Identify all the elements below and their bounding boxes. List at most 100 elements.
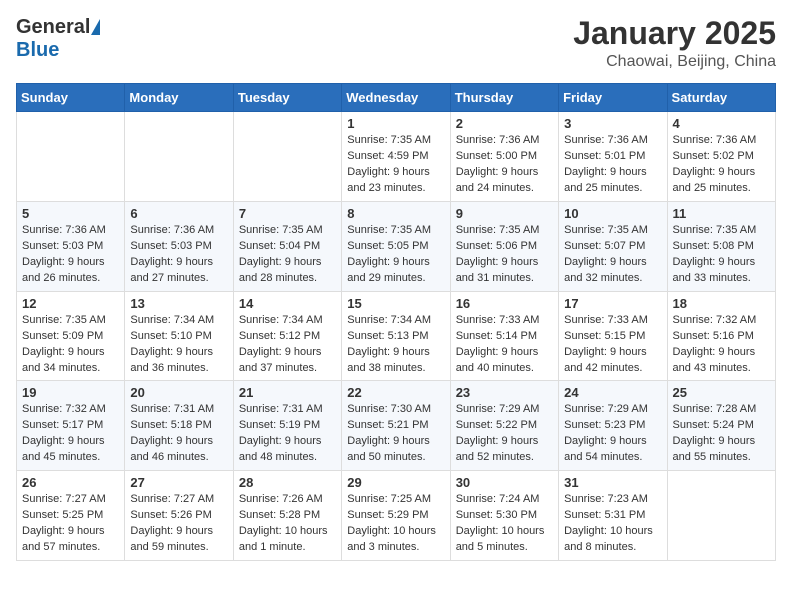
- calendar-cell: 30 Sunrise: 7:24 AM Sunset: 5:30 PM Dayli…: [450, 471, 558, 561]
- calendar-cell: 14 Sunrise: 7:34 AM Sunset: 5:12 PM Dayli…: [233, 291, 341, 381]
- day-of-week-header: Wednesday: [342, 84, 450, 112]
- day-number: 26: [22, 475, 119, 490]
- day-number: 19: [22, 385, 119, 400]
- day-of-week-header: Friday: [559, 84, 667, 112]
- day-of-week-header: Tuesday: [233, 84, 341, 112]
- day-detail: Sunrise: 7:35 AM Sunset: 5:04 PM Dayligh…: [239, 223, 336, 287]
- day-detail: Sunrise: 7:29 AM Sunset: 5:22 PM Dayligh…: [456, 402, 553, 466]
- day-detail: Sunrise: 7:33 AM Sunset: 5:15 PM Dayligh…: [564, 313, 661, 377]
- day-detail: Sunrise: 7:27 AM Sunset: 5:26 PM Dayligh…: [130, 492, 227, 556]
- day-number: 2: [456, 116, 553, 131]
- calendar-cell: 3Sunrise: 7:36 AM Sunset: 5:01 PM Daylig…: [559, 112, 667, 202]
- day-detail: Sunrise: 7:23 AM Sunset: 5:31 PM Dayligh…: [564, 492, 661, 556]
- day-number: 25: [673, 385, 770, 400]
- logo-general: General: [16, 16, 90, 39]
- calendar-cell: 20 Sunrise: 7:31 AM Sunset: 5:18 PM Dayli…: [125, 381, 233, 471]
- day-of-week-header: Saturday: [667, 84, 775, 112]
- calendar-cell: 16 Sunrise: 7:33 AM Sunset: 5:14 PM Dayli…: [450, 291, 558, 381]
- day-detail: Sunrise: 7:34 AM Sunset: 5:10 PM Dayligh…: [130, 313, 227, 377]
- day-number: 1: [347, 116, 444, 131]
- day-number: 12: [22, 296, 119, 311]
- calendar-cell: 31Sunrise: 7:23 AM Sunset: 5:31 PM Dayli…: [559, 471, 667, 561]
- day-detail: Sunrise: 7:34 AM Sunset: 5:12 PM Dayligh…: [239, 313, 336, 377]
- day-of-week-header: Thursday: [450, 84, 558, 112]
- calendar-week-row: 5 Sunrise: 7:36 AM Sunset: 5:03 PM Daylig…: [17, 201, 776, 291]
- calendar-cell: 7 Sunrise: 7:35 AM Sunset: 5:04 PM Daylig…: [233, 201, 341, 291]
- day-detail: Sunrise: 7:25 AM Sunset: 5:29 PM Dayligh…: [347, 492, 444, 556]
- day-number: 7: [239, 206, 336, 221]
- day-number: 29: [347, 475, 444, 490]
- calendar-table: SundayMondayTuesdayWednesdayThursdayFrid…: [16, 83, 776, 561]
- day-number: 23: [456, 385, 553, 400]
- calendar-cell: 29 Sunrise: 7:25 AM Sunset: 5:29 PM Dayli…: [342, 471, 450, 561]
- calendar-cell: 25 Sunrise: 7:28 AM Sunset: 5:24 PM Dayli…: [667, 381, 775, 471]
- day-detail: Sunrise: 7:30 AM Sunset: 5:21 PM Dayligh…: [347, 402, 444, 466]
- month-title: January 2025: [573, 16, 776, 51]
- calendar-cell: 18 Sunrise: 7:32 AM Sunset: 5:16 PM Dayli…: [667, 291, 775, 381]
- day-number: 4: [673, 116, 770, 131]
- day-detail: Sunrise: 7:33 AM Sunset: 5:14 PM Dayligh…: [456, 313, 553, 377]
- calendar-cell: 13Sunrise: 7:34 AM Sunset: 5:10 PM Dayli…: [125, 291, 233, 381]
- day-detail: Sunrise: 7:26 AM Sunset: 5:28 PM Dayligh…: [239, 492, 336, 556]
- logo-blue: Blue: [16, 39, 59, 62]
- calendar-cell: 22 Sunrise: 7:30 AM Sunset: 5:21 PM Dayli…: [342, 381, 450, 471]
- day-detail: Sunrise: 7:35 AM Sunset: 5:05 PM Dayligh…: [347, 223, 444, 287]
- calendar-cell: 5 Sunrise: 7:36 AM Sunset: 5:03 PM Daylig…: [17, 201, 125, 291]
- day-detail: Sunrise: 7:36 AM Sunset: 5:01 PM Dayligh…: [564, 133, 661, 197]
- day-detail: Sunrise: 7:31 AM Sunset: 5:18 PM Dayligh…: [130, 402, 227, 466]
- day-detail: Sunrise: 7:32 AM Sunset: 5:16 PM Dayligh…: [673, 313, 770, 377]
- day-detail: Sunrise: 7:24 AM Sunset: 5:30 PM Dayligh…: [456, 492, 553, 556]
- day-detail: Sunrise: 7:35 AM Sunset: 5:07 PM Dayligh…: [564, 223, 661, 287]
- day-number: 20: [130, 385, 227, 400]
- day-number: 15: [347, 296, 444, 311]
- day-number: 18: [673, 296, 770, 311]
- day-detail: Sunrise: 7:29 AM Sunset: 5:23 PM Dayligh…: [564, 402, 661, 466]
- calendar-cell: 15 Sunrise: 7:34 AM Sunset: 5:13 PM Dayli…: [342, 291, 450, 381]
- calendar-cell: [233, 112, 341, 202]
- day-number: 14: [239, 296, 336, 311]
- calendar-cell: 6 Sunrise: 7:36 AM Sunset: 5:03 PM Daylig…: [125, 201, 233, 291]
- logo-triangle-icon: [91, 19, 100, 35]
- day-detail: Sunrise: 7:36 AM Sunset: 5:03 PM Dayligh…: [130, 223, 227, 287]
- calendar-cell: [125, 112, 233, 202]
- calendar-cell: 27 Sunrise: 7:27 AM Sunset: 5:26 PM Dayli…: [125, 471, 233, 561]
- day-detail: Sunrise: 7:35 AM Sunset: 4:59 PM Dayligh…: [347, 133, 444, 197]
- day-number: 5: [22, 206, 119, 221]
- day-number: 30: [456, 475, 553, 490]
- day-detail: Sunrise: 7:27 AM Sunset: 5:25 PM Dayligh…: [22, 492, 119, 556]
- day-detail: Sunrise: 7:35 AM Sunset: 5:08 PM Dayligh…: [673, 223, 770, 287]
- location-title: Chaowai, Beijing, China: [573, 53, 776, 71]
- title-block: January 2025 Chaowai, Beijing, China: [573, 16, 776, 71]
- day-detail: Sunrise: 7:34 AM Sunset: 5:13 PM Dayligh…: [347, 313, 444, 377]
- calendar-cell: 23 Sunrise: 7:29 AM Sunset: 5:22 PM Dayli…: [450, 381, 558, 471]
- calendar-cell: 10 Sunrise: 7:35 AM Sunset: 5:07 PM Dayli…: [559, 201, 667, 291]
- calendar-cell: 9 Sunrise: 7:35 AM Sunset: 5:06 PM Daylig…: [450, 201, 558, 291]
- day-number: 21: [239, 385, 336, 400]
- calendar-cell: 19Sunrise: 7:32 AM Sunset: 5:17 PM Dayli…: [17, 381, 125, 471]
- day-number: 28: [239, 475, 336, 490]
- logo: General Blue: [16, 16, 100, 62]
- calendar-cell: 11Sunrise: 7:35 AM Sunset: 5:08 PM Dayli…: [667, 201, 775, 291]
- calendar-week-row: 19Sunrise: 7:32 AM Sunset: 5:17 PM Dayli…: [17, 381, 776, 471]
- day-number: 9: [456, 206, 553, 221]
- day-detail: Sunrise: 7:36 AM Sunset: 5:02 PM Dayligh…: [673, 133, 770, 197]
- day-detail: Sunrise: 7:28 AM Sunset: 5:24 PM Dayligh…: [673, 402, 770, 466]
- day-detail: Sunrise: 7:35 AM Sunset: 5:06 PM Dayligh…: [456, 223, 553, 287]
- page-header: General Blue January 2025 Chaowai, Beiji…: [16, 16, 776, 71]
- calendar-cell: 12 Sunrise: 7:35 AM Sunset: 5:09 PM Dayli…: [17, 291, 125, 381]
- day-number: 17: [564, 296, 661, 311]
- calendar-week-row: 1 Sunrise: 7:35 AM Sunset: 4:59 PM Daylig…: [17, 112, 776, 202]
- day-number: 8: [347, 206, 444, 221]
- day-number: 10: [564, 206, 661, 221]
- calendar-cell: 24Sunrise: 7:29 AM Sunset: 5:23 PM Dayli…: [559, 381, 667, 471]
- day-number: 6: [130, 206, 227, 221]
- calendar-cell: [17, 112, 125, 202]
- day-number: 27: [130, 475, 227, 490]
- calendar-cell: 21Sunrise: 7:31 AM Sunset: 5:19 PM Dayli…: [233, 381, 341, 471]
- day-detail: Sunrise: 7:35 AM Sunset: 5:09 PM Dayligh…: [22, 313, 119, 377]
- day-number: 16: [456, 296, 553, 311]
- calendar-week-row: 12 Sunrise: 7:35 AM Sunset: 5:09 PM Dayli…: [17, 291, 776, 381]
- day-number: 22: [347, 385, 444, 400]
- calendar-cell: 2Sunrise: 7:36 AM Sunset: 5:00 PM Daylig…: [450, 112, 558, 202]
- day-detail: Sunrise: 7:36 AM Sunset: 5:03 PM Dayligh…: [22, 223, 119, 287]
